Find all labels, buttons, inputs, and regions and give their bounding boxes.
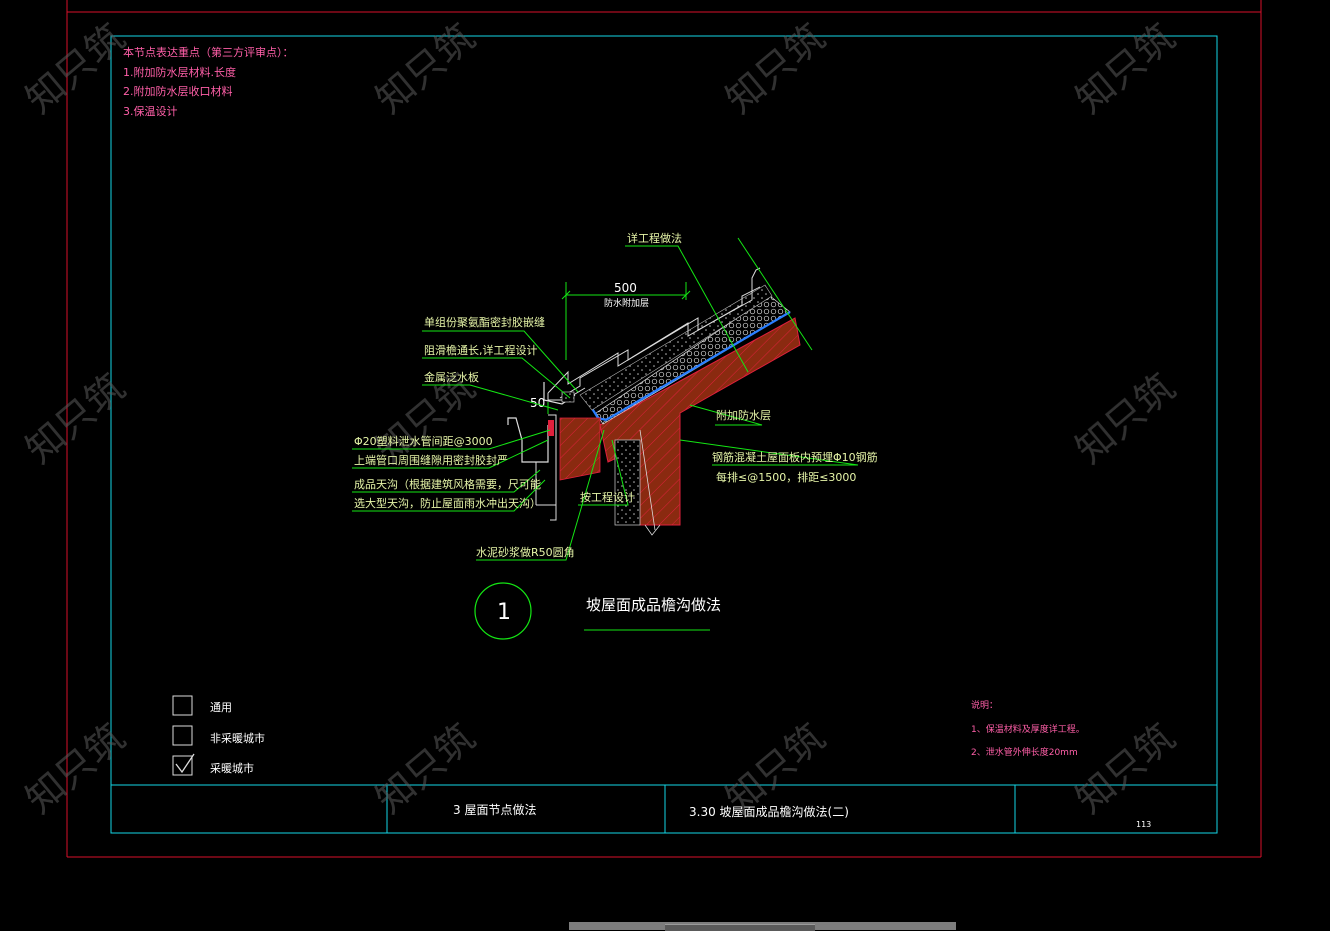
callout-sealant: 单组份聚氨酯密封胶嵌缝	[424, 315, 545, 329]
review-note-item: 1.附加防水层材料.长度	[123, 65, 236, 79]
title-block-section: 3 屋面节点做法	[453, 802, 536, 817]
watermark-text: 知只筑	[1068, 365, 1184, 472]
callout-rebar-2: 每排≤@1500，排距≤3000	[716, 470, 856, 484]
detail-number: 1	[497, 600, 511, 625]
horizontal-scrollbar[interactable]	[569, 922, 956, 931]
callout-detail-engineering: 详工程做法	[627, 231, 682, 245]
note-item: 2、泄水管外伸长度20mm	[971, 746, 1078, 758]
watermark-text: 知只筑	[18, 715, 134, 822]
review-notes-heading: 本节点表达重点（第三方评审点）：	[123, 45, 294, 59]
callout-drain-pipe-1: Φ20塑料泄水管间距@3000	[354, 434, 493, 448]
dimension-500-note: 防水附加层	[604, 297, 649, 309]
review-note-item: 3.保温设计	[123, 104, 178, 118]
legend-label: 采暖城市	[210, 761, 254, 775]
edge-beam	[559, 417, 601, 481]
watermark-text: 知只筑	[1068, 715, 1184, 822]
title-block-page: 113	[1136, 820, 1151, 829]
detail-title-text: 坡屋面成品檐沟做法	[586, 596, 721, 614]
callout-engineering-design: 按工程设计	[580, 490, 635, 504]
drain-pipe	[548, 420, 554, 436]
callout-mortar: 水泥砂浆做R50圆角	[476, 545, 575, 559]
callout-gutter-1: 成品天沟（根据建筑风格需要，尺可能	[354, 477, 541, 491]
legend: 通用 非采暖城市 采暖城市	[172, 695, 265, 776]
watermark-text: 知只筑	[1068, 15, 1184, 122]
callout-extra-waterproof: 附加防水层	[716, 408, 771, 422]
finished-gutter	[507, 417, 549, 463]
watermark-text: 知只筑	[718, 15, 834, 122]
eaves-gutter-detail[interactable]	[507, 237, 813, 536]
review-note-item: 2.附加防水层收口材料	[123, 84, 233, 98]
watermark-text: 知只筑	[18, 365, 134, 472]
title-block-drawing-title: 3.30 坡屋面成品檐沟做法(二)	[689, 804, 849, 819]
cad-drawing-canvas[interactable]: 知只筑 知只筑 知只筑 知只筑 知只筑 知只筑 知只筑 知只筑 知只筑 知只筑 …	[0, 0, 1330, 930]
notes-heading: 说明：	[971, 699, 998, 711]
watermark-text: 知只筑	[368, 15, 484, 122]
callout-rebar-1: 钢筋混凝土屋面板内预埋Φ10钢筋	[712, 450, 878, 464]
review-notes: 本节点表达重点（第三方评审点）： 1.附加防水层材料.长度 2.附加防水层收口材…	[123, 45, 294, 118]
masonry-wall	[614, 439, 641, 526]
sealant-bead	[561, 391, 575, 403]
watermark-text: 知只筑	[18, 15, 134, 122]
callout-flashing: 金属泛水板	[424, 370, 479, 384]
note-item: 1、保温材料及厚度详工程。	[971, 723, 1085, 735]
check-icon	[175, 753, 195, 774]
legend-label: 通用	[210, 701, 232, 714]
legend-label: 非采暖城市	[210, 731, 265, 745]
notes: 说明： 1、保温材料及厚度详工程。 2、泄水管外伸长度20mm	[971, 699, 1085, 758]
legend-checkbox-general[interactable]	[172, 695, 193, 716]
detail-title: 1 坡屋面成品檐沟做法	[474, 582, 721, 640]
callout-gutter-2: 选大型天沟，防止屋面雨水冲出天沟）	[354, 496, 541, 510]
dimension-500-text: 500	[614, 281, 637, 295]
title-block: 3 屋面节点做法 3.30 坡屋面成品檐沟做法(二) 113	[453, 802, 1151, 829]
callout-gutter-length: 阻滑檐通长,详工程设计	[424, 343, 538, 357]
legend-checkbox-non-heating[interactable]	[172, 725, 193, 746]
callout-drain-pipe-2: 上端管口周围缝隙用密封胶封严	[354, 453, 508, 467]
